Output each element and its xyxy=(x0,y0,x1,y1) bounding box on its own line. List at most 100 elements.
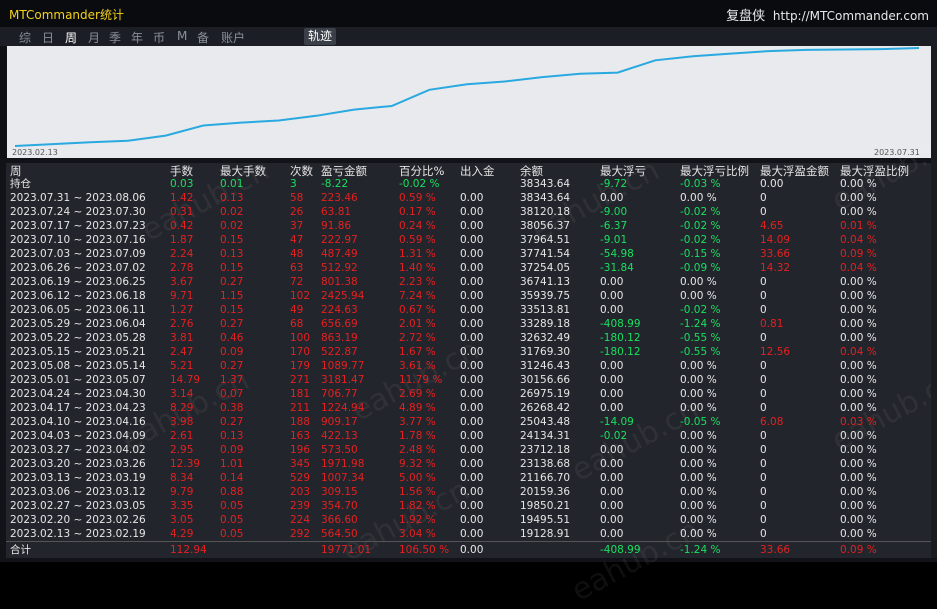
cell: 2.76 xyxy=(170,318,194,330)
window-title: MTCommander统计 xyxy=(9,8,124,22)
column-header-0: 周 xyxy=(10,164,22,178)
cell: 1.27 xyxy=(170,304,194,316)
cell: 0.00 xyxy=(460,360,484,372)
cell: 19495.51 xyxy=(520,514,571,526)
cell: 0.00 xyxy=(600,374,624,386)
cell: 573.50 xyxy=(321,444,358,456)
cell: 0.42 xyxy=(170,220,194,232)
table-row[interactable]: 2023.03.20 ~ 2023.03.26 12.39 1.01 345 1971.… xyxy=(6,457,931,471)
table-row[interactable]: 2023.02.13 ~ 2023.02.19 4.29 0.05 292 564.50… xyxy=(6,527,931,541)
cell: 0.01 xyxy=(220,178,244,190)
cell: 0.00 xyxy=(600,192,624,204)
cell: -9.01 xyxy=(600,234,628,246)
menu-item-6[interactable]: 币 xyxy=(153,29,165,46)
table-row[interactable]: 2023.05.15 ~ 2023.05.21 2.47 0.09 170 522.87… xyxy=(6,345,931,359)
total-row: 合计 112.94 19771.01 106.50 % 0.00 -408.99 -1.24… xyxy=(6,541,931,558)
table-row[interactable]: 2023.05.08 ~ 2023.05.14 5.21 0.27 179 1089.7… xyxy=(6,359,931,373)
cell: 38343.64 xyxy=(520,192,571,204)
cell: -0.55 % xyxy=(680,346,721,358)
cell: 4.29 xyxy=(170,528,194,540)
menu-item-5[interactable]: 年 xyxy=(131,29,143,46)
cell: 3.61 % xyxy=(399,360,436,372)
cell: 863.19 xyxy=(321,332,358,344)
cell: 23138.68 xyxy=(520,458,571,470)
cell: 0 xyxy=(760,444,767,456)
cell: 0 xyxy=(760,514,767,526)
table-row[interactable]: 2023.06.12 ~ 2023.06.18 9.71 1.15 102 2425.9… xyxy=(6,289,931,303)
menu-item-4[interactable]: 季 xyxy=(109,29,121,46)
table-row[interactable]: 2023.03.27 ~ 2023.04.02 2.95 0.09 196 573.50… xyxy=(6,443,931,457)
column-header-10: 最大浮盈金额 xyxy=(760,164,829,178)
cell: 2023.03.27 ~ 2023.04.02 xyxy=(10,444,146,456)
table-row[interactable]: 2023.05.01 ~ 2023.05.07 14.79 1.37 271 3181.… xyxy=(6,373,931,387)
cell: 20159.36 xyxy=(520,486,571,498)
cell: 37741.54 xyxy=(520,248,571,260)
cell: 21166.70 xyxy=(520,472,571,484)
cell: 0.15 xyxy=(220,262,244,274)
cell: 366.60 xyxy=(321,514,358,526)
cell: 0.00 % xyxy=(680,500,717,512)
table-row[interactable]: 2023.02.20 ~ 2023.02.26 3.05 0.05 224 366.60… xyxy=(6,513,931,527)
menu-item-8[interactable]: 备 xyxy=(197,29,209,46)
table-row[interactable]: 2023.02.27 ~ 2023.03.05 3.35 0.05 239 354.70… xyxy=(6,499,931,513)
cell: 0.00 % xyxy=(840,472,877,484)
cell: 19128.91 xyxy=(520,528,571,540)
cell: 0.00 % xyxy=(840,192,877,204)
cell: 2023.04.17 ~ 2023.04.23 xyxy=(10,402,146,414)
cell: 0.00 % xyxy=(680,276,717,288)
cell: 2023.07.03 ~ 2023.07.09 xyxy=(10,248,146,260)
cell: 0.13 xyxy=(220,248,244,260)
position-row[interactable]: 持仓 0.03 0.01 3 -8.22 -0.02 % 38343.64 -9.72 -0.0… xyxy=(6,177,931,191)
menu-item-2[interactable]: 周 xyxy=(65,29,77,46)
table-row[interactable]: 2023.06.05 ~ 2023.06.11 1.27 0.15 49 224.63 0… xyxy=(6,303,931,317)
menu-item-9[interactable]: 账户 xyxy=(221,29,245,46)
table-row[interactable]: 2023.05.29 ~ 2023.06.04 2.76 0.27 68 656.69 2… xyxy=(6,317,931,331)
table-row[interactable]: 2023.07.17 ~ 2023.07.23 0.42 0.02 37 91.86 0.… xyxy=(6,219,931,233)
cell: -0.02 % xyxy=(680,220,721,232)
app-window: MTCommander统计 复盘侠 http://MTCommander.com… xyxy=(0,0,937,609)
table-row[interactable]: 2023.04.10 ~ 2023.04.16 3.98 0.27 188 909.17… xyxy=(6,415,931,429)
cell: 0.13 xyxy=(220,192,244,204)
menu-item-1[interactable]: 日 xyxy=(42,29,54,46)
cell: 12.56 xyxy=(760,346,791,358)
cell: 0.00 xyxy=(460,528,484,540)
cell: 0.00 xyxy=(460,318,484,330)
cell: 345 xyxy=(290,458,311,470)
cell: 801.38 xyxy=(321,276,358,288)
cell: 14.09 xyxy=(760,234,791,246)
cell: -54.98 xyxy=(600,248,634,260)
cell: 0.09 % xyxy=(840,248,877,260)
table-row[interactable]: 2023.04.03 ~ 2023.04.09 2.61 0.13 163 422.13… xyxy=(6,429,931,443)
table-row[interactable]: 2023.03.06 ~ 2023.03.12 9.79 0.88 203 309.15… xyxy=(6,485,931,499)
menu-item-0[interactable]: 综 xyxy=(19,29,31,46)
table-row[interactable]: 2023.07.24 ~ 2023.07.30 0.31 0.02 26 63.81 0.… xyxy=(6,205,931,219)
table-row[interactable]: 2023.04.17 ~ 2023.04.23 8.29 0.38 211 1224.9… xyxy=(6,401,931,415)
table-row[interactable]: 2023.04.24 ~ 2023.04.30 3.14 0.07 181 706.77… xyxy=(6,387,931,401)
brand-url[interactable]: http://MTCommander.com xyxy=(773,9,929,23)
table-row[interactable]: 2023.03.13 ~ 2023.03.19 8.34 0.14 529 1007.3… xyxy=(6,471,931,485)
cell: 3.35 xyxy=(170,500,194,512)
cell: 0.17 % xyxy=(399,206,436,218)
cell: 1971.98 xyxy=(321,458,365,470)
cell: 0.00 % xyxy=(680,374,717,386)
cell: 24134.31 xyxy=(520,430,571,442)
column-header-5: 百分比% xyxy=(399,164,445,178)
cell: 2023.06.12 ~ 2023.06.18 xyxy=(10,290,146,302)
menu-item-3[interactable]: 月 xyxy=(88,29,100,46)
scrollbar[interactable] xyxy=(931,46,937,558)
total-cell: 0.09 % xyxy=(840,544,877,556)
table-row[interactable]: 2023.06.19 ~ 2023.06.25 3.67 0.27 72 801.38 2… xyxy=(6,275,931,289)
table-row[interactable]: 2023.07.10 ~ 2023.07.16 1.87 0.15 47 222.97 0… xyxy=(6,233,931,247)
cell: 102 xyxy=(290,290,311,302)
table-row[interactable]: 2023.05.22 ~ 2023.05.28 3.81 0.46 100 863.19… xyxy=(6,331,931,345)
cell: 512.92 xyxy=(321,262,358,274)
cell: 2023.03.06 ~ 2023.03.12 xyxy=(10,486,146,498)
cell: 1.01 xyxy=(220,458,244,470)
cell: 2023.03.13 ~ 2023.03.19 xyxy=(10,472,146,484)
trajectory-button[interactable]: 轨迹 xyxy=(304,28,337,45)
table-row[interactable]: 2023.07.03 ~ 2023.07.09 2.24 0.13 48 487.49 1… xyxy=(6,247,931,261)
table-row[interactable]: 2023.07.31 ~ 2023.08.06 1.42 0.13 58 223.46 0… xyxy=(6,191,931,205)
table-row[interactable]: 2023.06.26 ~ 2023.07.02 2.78 0.15 63 512.92 1… xyxy=(6,261,931,275)
cell: 0.02 xyxy=(220,206,244,218)
menu-item-7[interactable]: M xyxy=(177,29,187,43)
